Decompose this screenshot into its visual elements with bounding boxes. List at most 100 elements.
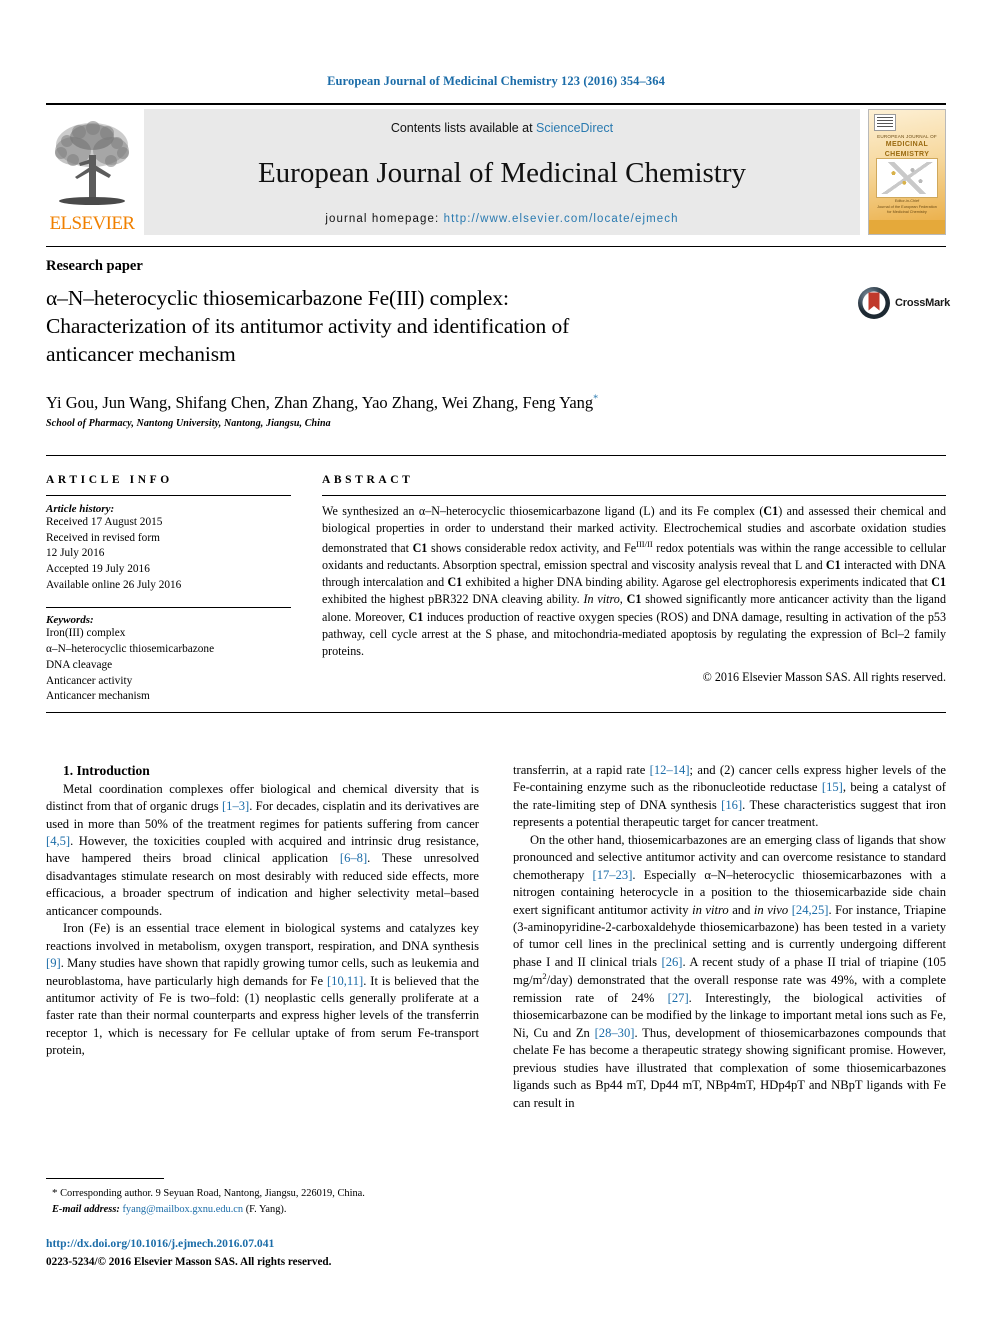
section-heading-introduction: 1. Introduction xyxy=(63,763,150,778)
journal-cover-thumbnail: EUROPEAN JOURNAL OF MEDICINAL CHEMISTRY … xyxy=(868,109,946,235)
abstract-superscript: III/II xyxy=(636,538,653,549)
intro-right-column: transferrin, at a rapid rate [12–14]; an… xyxy=(513,762,946,1112)
citation-ref[interactable]: [27] xyxy=(668,991,689,1005)
title-line-1: α–N–heterocyclic thiosemicarbazone Fe(II… xyxy=(46,285,686,313)
history-item: 12 July 2016 xyxy=(46,547,105,560)
infoblock-bottom-rule xyxy=(46,712,946,713)
elsevier-wordmark: ELSEVIER xyxy=(49,213,136,234)
keyword-item: DNA cleavage xyxy=(46,658,113,671)
intro-paragraph-4: On the other hand, thiosemicarbazones ar… xyxy=(513,832,946,1112)
divider-above-article-type xyxy=(46,246,946,247)
citation-ref[interactable]: [15] xyxy=(822,780,843,794)
article-history-list: Received 17 August 2015 Received in revi… xyxy=(46,515,291,593)
keywords-label: Keywords: xyxy=(46,614,94,627)
abstract-seg: , xyxy=(619,592,627,607)
history-item: Received 17 August 2015 xyxy=(46,516,163,528)
citation-ref[interactable]: [26] xyxy=(662,955,683,969)
doi-link[interactable]: http://dx.doi.org/10.1016/j.ejmech.2016.… xyxy=(46,1237,274,1250)
intro-left-column: 1. Introduction Metal coordination compl… xyxy=(46,762,479,1060)
title-line-1-text: α–N–heterocyclic thiosemicarbazone Fe(II… xyxy=(46,286,509,310)
text-seg: transferrin, at a rapid rate xyxy=(513,763,650,777)
abstract-heading: ABSTRACT xyxy=(322,474,414,486)
cover-artwork xyxy=(876,158,938,198)
page-title: α–N–heterocyclic thiosemicarbazone Fe(II… xyxy=(46,285,686,369)
crossmark-label: CrossMark xyxy=(895,297,951,309)
text-seg: Iron (Fe) is an essential trace element … xyxy=(46,921,479,953)
cover-barcode-icon xyxy=(874,114,896,131)
abstract-seg: exhibited a higher DNA binding ability. … xyxy=(462,575,932,590)
abstract-compound-label: C1 xyxy=(408,609,424,624)
infoblock-top-rule xyxy=(46,455,946,456)
contents-available-line: Contents lists available at ScienceDirec… xyxy=(391,121,613,135)
abstract-compound-label: C1 xyxy=(447,575,463,590)
abstract-column: ABSTRACT We synthesized an α–N–heterocyc… xyxy=(322,474,946,685)
keyword-item: Iron(III) complex xyxy=(46,627,126,640)
abstract-seg: shows considerable redox activity, and F… xyxy=(427,540,637,555)
footnote-email-label: E-mail address: xyxy=(52,1203,120,1215)
homepage-prefix: journal homepage: xyxy=(325,212,444,225)
cover-bottom-strip xyxy=(869,220,945,234)
citation-ref[interactable]: [28–30] xyxy=(595,1026,635,1040)
citation-ref[interactable]: [24,25] xyxy=(792,903,829,917)
footnote-text: * Corresponding author. 9 Seyuan Road, N… xyxy=(46,1186,479,1217)
history-item: Received in revised form xyxy=(46,531,160,544)
keyword-item: Anticancer mechanism xyxy=(46,690,150,703)
text-seg: and xyxy=(728,902,754,917)
crossmark-badge[interactable]: CrossMark xyxy=(857,286,950,320)
keywords-rule xyxy=(46,607,291,609)
history-item: Accepted 19 July 2016 xyxy=(46,563,150,576)
sciencedirect-link[interactable]: ScienceDirect xyxy=(536,121,613,135)
cover-title: EUROPEAN JOURNAL OF MEDICINAL CHEMISTRY xyxy=(874,134,940,159)
footnote-email-suffix: (F. Yang). xyxy=(243,1203,287,1215)
citation-ref[interactable]: [12–14] xyxy=(650,763,690,777)
cover-title-main: MEDICINAL CHEMISTRY xyxy=(884,141,930,158)
journal-title: European Journal of Medicinal Chemistry xyxy=(257,157,747,190)
elsevier-logo: ELSEVIER xyxy=(46,109,138,235)
article-info-column: ARTICLE INFO Article history: Received 1… xyxy=(46,474,291,705)
text-italic: in vitro xyxy=(692,902,729,917)
journal-homepage-link[interactable]: http://www.elsevier.com/locate/ejmech xyxy=(444,213,679,225)
article-info-heading: ARTICLE INFO xyxy=(46,474,173,486)
issn-copyright-line: 0223-5234/© 2016 Elsevier Masson SAS. Al… xyxy=(46,1256,332,1268)
citation-ref[interactable]: [6–8] xyxy=(340,851,367,865)
journal-masthead: ELSEVIER Contents lists available at Sci… xyxy=(46,103,946,235)
cover-foot-line3: for Medicinal Chemistry xyxy=(887,210,927,215)
journal-band: Contents lists available at ScienceDirec… xyxy=(144,109,860,235)
abstract-compound-label: C1 xyxy=(763,504,779,518)
title-line-3: anticancer mechanism xyxy=(46,341,236,366)
abstract-text: We synthesized an α–N–heterocyclic thios… xyxy=(322,503,946,661)
keyword-item: α–N–heterocyclic thiosemicarbazone xyxy=(46,643,215,656)
intro-paragraph-1: Metal coordination complexes offer biolo… xyxy=(46,781,479,921)
keyword-item: Anticancer activity xyxy=(46,674,133,687)
footnote-email-link[interactable]: fyang@mailbox.gxnu.edu.cn xyxy=(122,1204,243,1215)
elsevier-tree-icon xyxy=(55,121,129,205)
footnote-corresponding-line: * Corresponding author. 9 Seyuan Road, N… xyxy=(46,1186,479,1202)
citation-ref[interactable]: [9] xyxy=(46,956,61,970)
abstract-italic: In vitro xyxy=(583,592,620,607)
history-item: Available online 26 July 2016 xyxy=(46,578,182,591)
citation-ref[interactable]: [10,11] xyxy=(327,974,363,988)
text-italic: in vivo xyxy=(753,902,789,917)
citation-ref[interactable]: [17–23] xyxy=(593,868,633,882)
article-type-label: Research paper xyxy=(46,258,143,274)
cover-title-top: EUROPEAN JOURNAL OF xyxy=(877,134,937,139)
citation-ref[interactable]: [16] xyxy=(721,798,742,812)
running-head: European Journal of Medicinal Chemistry … xyxy=(327,74,665,88)
abstract-copyright: © 2016 Elsevier Masson SAS. All rights r… xyxy=(702,669,946,684)
abstract-compound-label: C1 xyxy=(825,557,841,572)
paper-page: European Journal of Medicinal Chemistry … xyxy=(0,0,992,1323)
citation-ref[interactable]: [4,5] xyxy=(46,834,70,848)
author-names: Yi Gou, Jun Wang, Shifang Chen, Zhan Zha… xyxy=(46,393,594,412)
author-list: Yi Gou, Jun Wang, Shifang Chen, Zhan Zha… xyxy=(46,393,746,413)
footnote-corresponding-text: Corresponding author. 9 Seyuan Road, Nan… xyxy=(57,1188,365,1199)
citation-ref[interactable]: [1–3] xyxy=(222,799,249,813)
title-line-2: Characterization of its antitumor activi… xyxy=(46,313,570,338)
keywords-list: Iron(III) complex α–N–heterocyclic thios… xyxy=(46,626,291,704)
keywords-block: Keywords: Iron(III) complex α–N–heterocy… xyxy=(46,607,291,704)
cover-footer-text: Editor-in-Chief Journal of the European … xyxy=(875,199,939,216)
article-history-label: Article history: xyxy=(46,503,115,515)
contents-prefix: Contents lists available at xyxy=(390,121,537,135)
corresponding-author-marker[interactable]: * xyxy=(593,394,598,405)
abstract-compound-label: C1 xyxy=(412,540,428,555)
article-info-rule xyxy=(46,495,291,496)
